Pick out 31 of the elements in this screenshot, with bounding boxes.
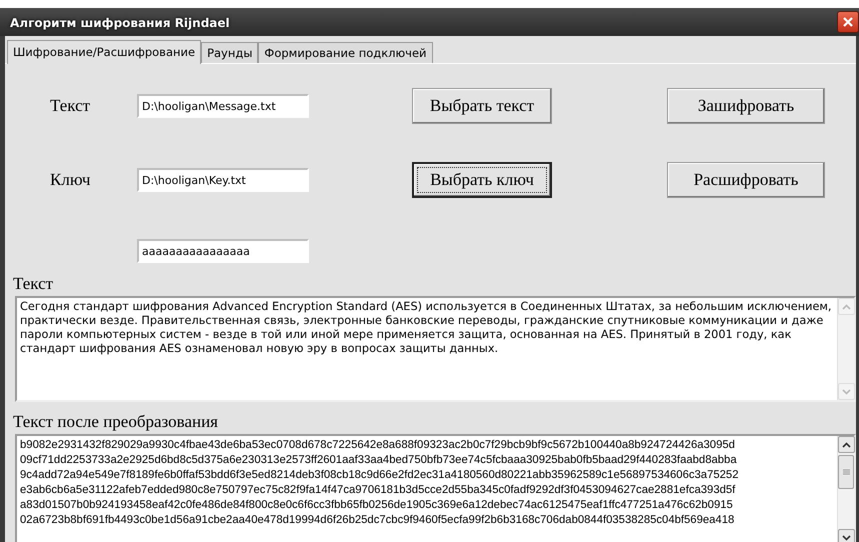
hex-line: b9082e2931432f829029a9930c4fbae43de6ba53ec0708d678c7225642e8a688f09323ac2b0c7f29bcb9bf9c5672b100440a8b924724426a3095d <box>20 438 735 453</box>
input-field[interactable]: D:\hooligan\Key.txt <box>137 168 309 192</box>
tab[interactable]: Раунды <box>201 42 258 63</box>
close-button[interactable] <box>837 11 859 33</box>
hex-line: 02a6723b8bf691fb4493c0be1d56a91cbe2aa40e478d19994d6f26b25dc7cbc9f9460f5ecfa99f2b6b3168c706dab0844f03538285c04bf569ea418 <box>20 513 734 528</box>
input-field[interactable]: aaaaaaaaaaaaaaaa <box>137 239 309 263</box>
hex-line: a83d01507b0b924193458eaf42c0fe486de84f800c8e0c6f6cc3fbb65fb0256de1905c369e6a12debec74ac6125475eaf1ffc477251a476c62b0915 <box>20 498 733 513</box>
source-text: Сегодня стандарт шифрования Advanced Encryption Standard (AES) используется в Соединенных Штатах, за небольшим исключением, практически везде. Правительственная связь, электронные банковские переводы, гражданские спутниковые коммуникации и даже пароли компьютерных систем - везде в той или иной мере применяется защита, основанная на AES. Принятый в 2001 году, как стандарт шифрования AES ознаменовал новую эру в вопросах защиты данных. <box>19 299 833 357</box>
hex-line: 09cf71dd2253733a2e2925d6bd8c5d375a6e230313e2573ff2601aaf33aa4bed750bfb73ee74c5fcbaaa30925bab0fb5baad29f440283faabd8abba <box>20 453 737 468</box>
close-icon <box>843 17 853 27</box>
scroll-up-icon <box>842 304 851 310</box>
select-button[interactable]: Выбрать текст <box>412 88 552 124</box>
section-heading: Текст после преобразования <box>12 411 220 433</box>
field-label: Ключ <box>50 170 90 189</box>
window-title: Алгоритм шифрования Rijndael <box>10 16 230 30</box>
grip-icon <box>842 469 850 475</box>
scroll-up-icon <box>842 442 851 448</box>
tab[interactable]: Шифрование/Расшифрование <box>7 40 202 64</box>
input-field[interactable]: D:\hooligan\Message.txt <box>137 94 309 118</box>
action-button[interactable]: Расшифровать <box>667 162 825 198</box>
field-label: Текст <box>50 96 90 115</box>
action-button[interactable]: Зашифровать <box>667 88 825 124</box>
hex-line: 9c4add72a94e549e7f8189fe6b0ffaf53bdd6f3e5ed8214deb3f08cb18c9d66e2fd2ec31a4180560d80221abb35962589c1e56897534606c3a75252 <box>20 468 738 483</box>
select-button[interactable]: Выбрать ключ <box>412 162 552 198</box>
scrollbar[interactable] <box>837 298 854 400</box>
scroll-down-icon <box>842 534 851 540</box>
scroll-down-icon <box>842 388 851 394</box>
hex-line: e3ab6cb6a5e31122afeb7edded980c8e750797ec75c82f9fa14f47ca9706181b3d5cce2d55ba345c0fadf9292df3f0453094627cae2881efca393d5f <box>20 483 736 498</box>
tab[interactable]: Формирование подключей <box>258 42 433 63</box>
section-heading: Текст <box>12 273 54 295</box>
scrollbar[interactable] <box>837 436 854 542</box>
